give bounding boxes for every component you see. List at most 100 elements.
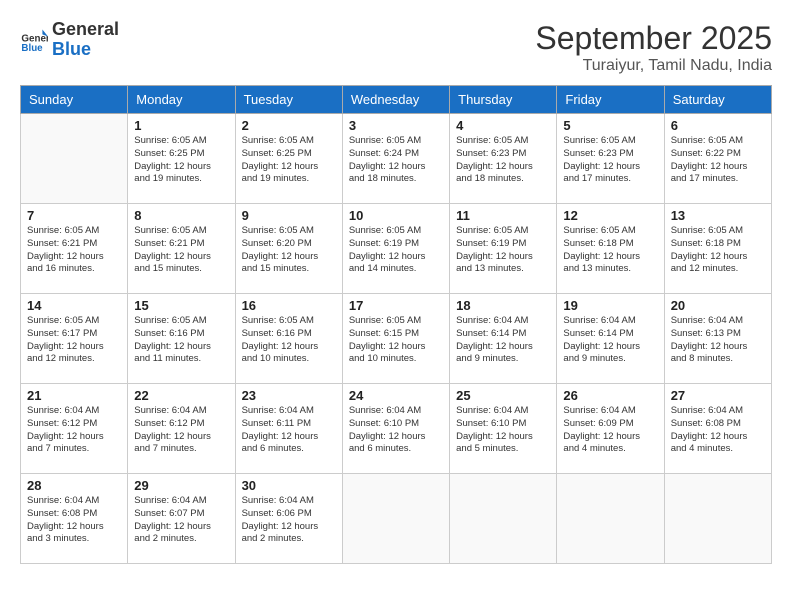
day-info: Sunrise: 6:05 AM Sunset: 6:16 PM Dayligh… — [242, 315, 336, 366]
calendar-cell: 13 Sunrise: 6:05 AM Sunset: 6:18 PM Dayli… — [664, 204, 771, 294]
day-number: 21 — [27, 388, 121, 403]
day-info: Sunrise: 6:05 AM Sunset: 6:25 PM Dayligh… — [134, 135, 228, 186]
day-info: Sunrise: 6:05 AM Sunset: 6:18 PM Dayligh… — [671, 225, 765, 276]
day-info: Sunrise: 6:05 AM Sunset: 6:15 PM Dayligh… — [349, 315, 443, 366]
day-info: Sunrise: 6:04 AM Sunset: 6:11 PM Dayligh… — [242, 405, 336, 456]
logo: General Blue General Blue — [20, 20, 119, 60]
calendar-cell: 16Sunrise: 6:05 AM Sunset: 6:16 PM Dayli… — [235, 294, 342, 384]
day-number: 10 — [349, 208, 443, 223]
day-number: 25 — [456, 388, 550, 403]
svg-text:Blue: Blue — [21, 43, 43, 54]
day-number: 14 — [27, 298, 121, 313]
calendar-cell: 17 Sunrise: 6:05 AM Sunset: 6:15 PM Dayli… — [342, 294, 449, 384]
calendar-cell — [342, 474, 449, 564]
day-info: Sunrise: 6:04 AM Sunset: 6:10 PM Dayligh… — [456, 405, 550, 456]
calendar-cell: 18 Sunrise: 6:04 AM Sunset: 6:14 PM Dayli… — [450, 294, 557, 384]
day-number: 12 — [563, 208, 657, 223]
calendar-cell: 10 Sunrise: 6:05 AM Sunset: 6:19 PM Dayli… — [342, 204, 449, 294]
calendar-cell: 11 Sunrise: 6:05 AM Sunset: 6:19 PM Dayli… — [450, 204, 557, 294]
dow-wednesday: Wednesday — [342, 86, 449, 114]
calendar-cell: 27 Sunrise: 6:04 AM Sunset: 6:08 PM Dayli… — [664, 384, 771, 474]
calendar-cell — [450, 474, 557, 564]
day-info: Sunrise: 6:05 AM Sunset: 6:21 PM Dayligh… — [27, 225, 121, 276]
calendar-cell: 25 Sunrise: 6:04 AM Sunset: 6:10 PM Dayli… — [450, 384, 557, 474]
calendar-cell: 19Sunrise: 6:04 AM Sunset: 6:14 PM Dayli… — [557, 294, 664, 384]
calendar-cell: 12 Sunrise: 6:05 AM Sunset: 6:18 PM Dayli… — [557, 204, 664, 294]
day-number: 17 — [349, 298, 443, 313]
day-info: Sunrise: 6:05 AM Sunset: 6:21 PM Dayligh… — [134, 225, 228, 276]
calendar-cell: 8 Sunrise: 6:05 AM Sunset: 6:21 PM Daylig… — [128, 204, 235, 294]
dow-friday: Friday — [557, 86, 664, 114]
logo-icon: General Blue — [20, 26, 48, 54]
day-info: Sunrise: 6:05 AM Sunset: 6:19 PM Dayligh… — [349, 225, 443, 276]
day-number: 19 — [563, 298, 657, 313]
calendar-cell: 29Sunrise: 6:04 AM Sunset: 6:07 PM Dayli… — [128, 474, 235, 564]
dow-saturday: Saturday — [664, 86, 771, 114]
calendar-cell: 22 Sunrise: 6:04 AM Sunset: 6:12 PM Dayli… — [128, 384, 235, 474]
day-info: Sunrise: 6:05 AM Sunset: 6:18 PM Dayligh… — [563, 225, 657, 276]
day-number: 9 — [242, 208, 336, 223]
calendar-cell: 4 Sunrise: 6:05 AM Sunset: 6:23 PM Daylig… — [450, 114, 557, 204]
day-info: Sunrise: 6:04 AM Sunset: 6:09 PM Dayligh… — [563, 405, 657, 456]
dow-tuesday: Tuesday — [235, 86, 342, 114]
calendar-cell: 24Sunrise: 6:04 AM Sunset: 6:10 PM Dayli… — [342, 384, 449, 474]
calendar-cell — [664, 474, 771, 564]
day-number: 30 — [242, 478, 336, 493]
day-info: Sunrise: 6:05 AM Sunset: 6:23 PM Dayligh… — [456, 135, 550, 186]
day-info: Sunrise: 6:05 AM Sunset: 6:22 PM Dayligh… — [671, 135, 765, 186]
day-number: 1 — [134, 118, 228, 133]
day-number: 13 — [671, 208, 765, 223]
day-info: Sunrise: 6:05 AM Sunset: 6:25 PM Dayligh… — [242, 135, 336, 186]
calendar-cell: 21 Sunrise: 6:04 AM Sunset: 6:12 PM Dayli… — [21, 384, 128, 474]
logo-text: General Blue — [52, 20, 119, 60]
day-number: 23 — [242, 388, 336, 403]
day-number: 8 — [134, 208, 228, 223]
calendar-table: SundayMondayTuesdayWednesdayThursdayFrid… — [20, 85, 772, 564]
day-info: Sunrise: 6:04 AM Sunset: 6:08 PM Dayligh… — [671, 405, 765, 456]
day-number: 28 — [27, 478, 121, 493]
calendar-cell: 2Sunrise: 6:05 AM Sunset: 6:25 PM Daylig… — [235, 114, 342, 204]
day-number: 27 — [671, 388, 765, 403]
day-number: 24 — [349, 388, 443, 403]
week-row-0: 1 Sunrise: 6:05 AM Sunset: 6:25 PM Daylig… — [21, 114, 772, 204]
calendar-cell: 6Sunrise: 6:05 AM Sunset: 6:22 PM Daylig… — [664, 114, 771, 204]
day-info: Sunrise: 6:05 AM Sunset: 6:23 PM Dayligh… — [563, 135, 657, 186]
dow-sunday: Sunday — [21, 86, 128, 114]
calendar-cell — [21, 114, 128, 204]
day-info: Sunrise: 6:05 AM Sunset: 6:20 PM Dayligh… — [242, 225, 336, 276]
day-number: 5 — [563, 118, 657, 133]
month-title: September 2025 — [535, 20, 772, 57]
dow-thursday: Thursday — [450, 86, 557, 114]
location-subtitle: Turaiyur, Tamil Nadu, India — [535, 57, 772, 75]
day-number: 20 — [671, 298, 765, 313]
day-info: Sunrise: 6:04 AM Sunset: 6:14 PM Dayligh… — [456, 315, 550, 366]
calendar-cell: 9 Sunrise: 6:05 AM Sunset: 6:20 PM Daylig… — [235, 204, 342, 294]
days-of-week-row: SundayMondayTuesdayWednesdayThursdayFrid… — [21, 86, 772, 114]
calendar-cell: 26Sunrise: 6:04 AM Sunset: 6:09 PM Dayli… — [557, 384, 664, 474]
day-number: 22 — [134, 388, 228, 403]
page-header: General Blue General Blue September 2025… — [20, 20, 772, 75]
day-info: Sunrise: 6:05 AM Sunset: 6:16 PM Dayligh… — [134, 315, 228, 366]
week-row-3: 21 Sunrise: 6:04 AM Sunset: 6:12 PM Dayli… — [21, 384, 772, 474]
day-number: 11 — [456, 208, 550, 223]
calendar-cell: 14 Sunrise: 6:05 AM Sunset: 6:17 PM Dayli… — [21, 294, 128, 384]
week-row-1: 7 Sunrise: 6:05 AM Sunset: 6:21 PM Daylig… — [21, 204, 772, 294]
day-number: 29 — [134, 478, 228, 493]
day-number: 4 — [456, 118, 550, 133]
day-info: Sunrise: 6:05 AM Sunset: 6:17 PM Dayligh… — [27, 315, 121, 366]
dow-monday: Monday — [128, 86, 235, 114]
calendar-cell — [557, 474, 664, 564]
week-row-2: 14 Sunrise: 6:05 AM Sunset: 6:17 PM Dayli… — [21, 294, 772, 384]
day-number: 7 — [27, 208, 121, 223]
day-number: 18 — [456, 298, 550, 313]
calendar-cell: 30Sunrise: 6:04 AM Sunset: 6:06 PM Dayli… — [235, 474, 342, 564]
calendar-cell: 23 Sunrise: 6:04 AM Sunset: 6:11 PM Dayli… — [235, 384, 342, 474]
week-row-4: 28Sunrise: 6:04 AM Sunset: 6:08 PM Dayli… — [21, 474, 772, 564]
calendar-cell: 3Sunrise: 6:05 AM Sunset: 6:24 PM Daylig… — [342, 114, 449, 204]
calendar-body: 1 Sunrise: 6:05 AM Sunset: 6:25 PM Daylig… — [21, 114, 772, 564]
day-info: Sunrise: 6:04 AM Sunset: 6:12 PM Dayligh… — [27, 405, 121, 456]
day-info: Sunrise: 6:04 AM Sunset: 6:12 PM Dayligh… — [134, 405, 228, 456]
day-info: Sunrise: 6:05 AM Sunset: 6:19 PM Dayligh… — [456, 225, 550, 276]
calendar-cell: 7 Sunrise: 6:05 AM Sunset: 6:21 PM Daylig… — [21, 204, 128, 294]
day-info: Sunrise: 6:04 AM Sunset: 6:13 PM Dayligh… — [671, 315, 765, 366]
